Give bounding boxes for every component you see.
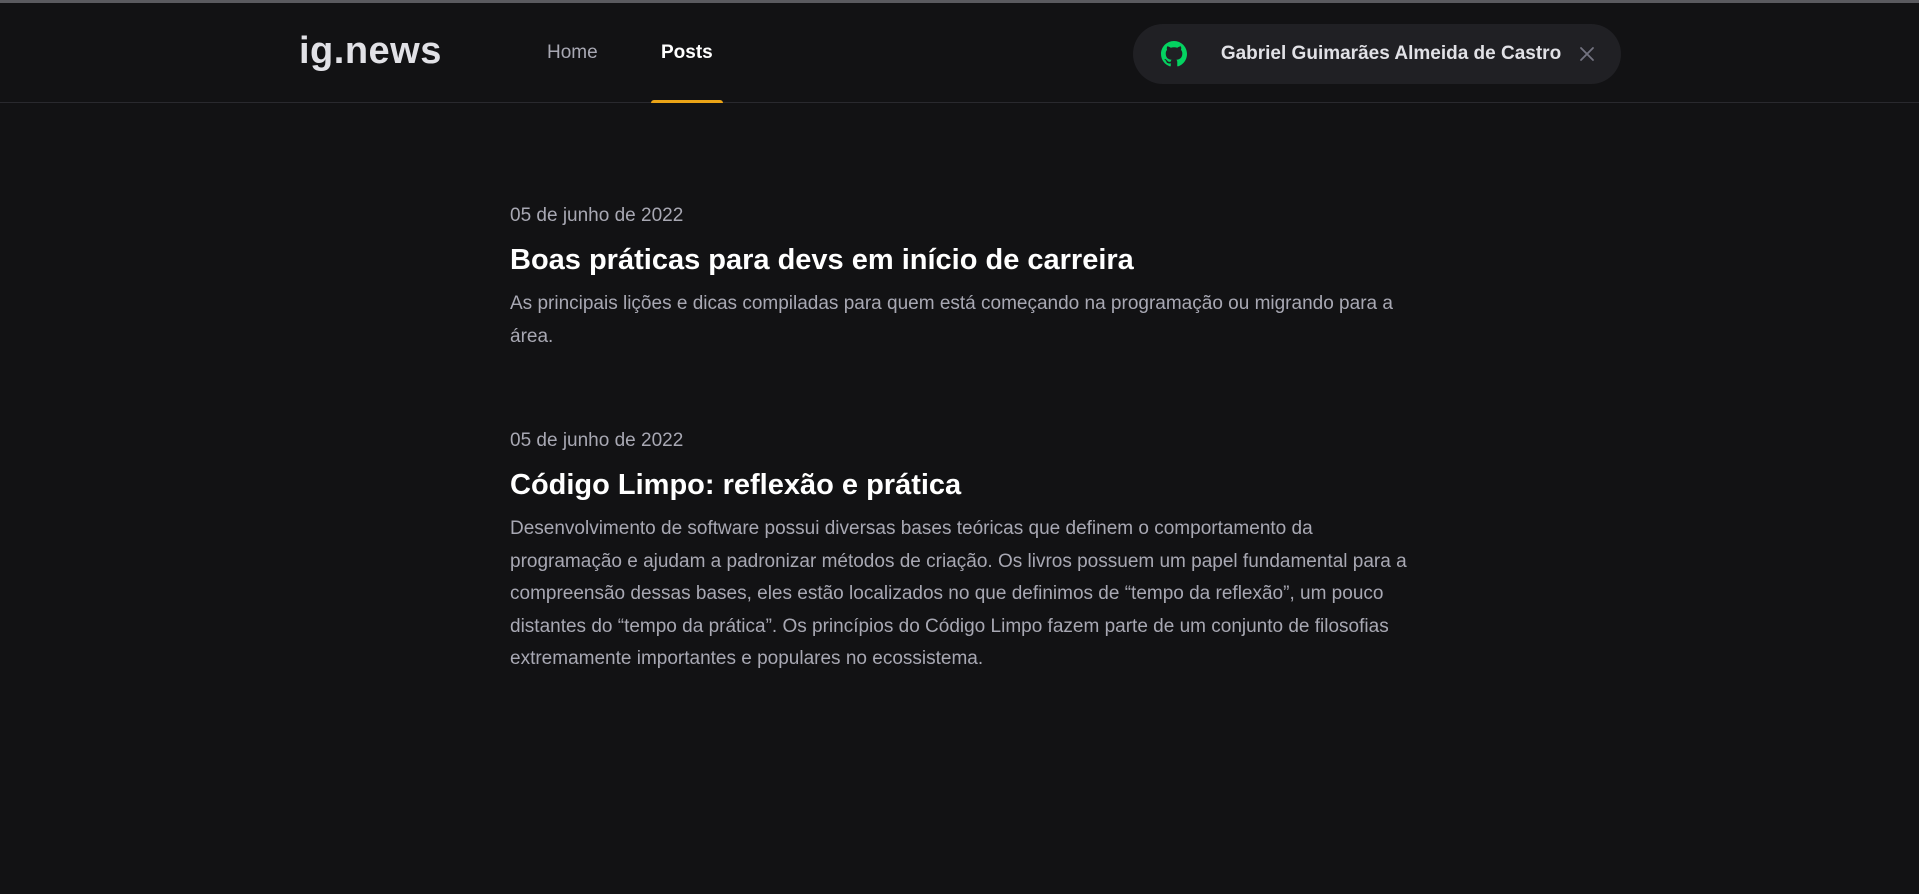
- site-logo[interactable]: ig.news: [299, 27, 442, 75]
- post-date: 05 de junho de 2022: [510, 430, 684, 451]
- post-title[interactable]: Boas práticas para devs em início de car…: [510, 240, 1410, 280]
- nav-link-posts-label: Posts: [661, 42, 713, 63]
- site-header: ig.news Home Posts Gabriel Guimarães Alm…: [0, 3, 1919, 103]
- post-title[interactable]: Código Limpo: reflexão e prática: [510, 465, 1410, 505]
- posts-list: 05 de junho de 2022 Boas práticas para d…: [510, 200, 1410, 676]
- nav-link-home[interactable]: Home: [547, 3, 598, 103]
- post-date: 05 de junho de 2022: [510, 205, 684, 226]
- user-name: Gabriel Guimarães Almeida de Castro: [1220, 43, 1562, 64]
- post-excerpt: Desenvolvimento de software possui diver…: [510, 518, 1407, 669]
- nav-link-posts[interactable]: Posts: [651, 3, 723, 103]
- github-icon: [1161, 41, 1187, 67]
- post-card[interactable]: 05 de junho de 2022 Boas práticas para d…: [510, 200, 1410, 353]
- close-icon[interactable]: [1577, 44, 1597, 64]
- post-excerpt: As principais lições e dicas compiladas …: [510, 293, 1393, 347]
- post-card[interactable]: 05 de junho de 2022 Código Limpo: reflex…: [510, 425, 1410, 676]
- active-nav-indicator: [651, 100, 723, 103]
- sign-out-button[interactable]: Gabriel Guimarães Almeida de Castro: [1133, 24, 1621, 84]
